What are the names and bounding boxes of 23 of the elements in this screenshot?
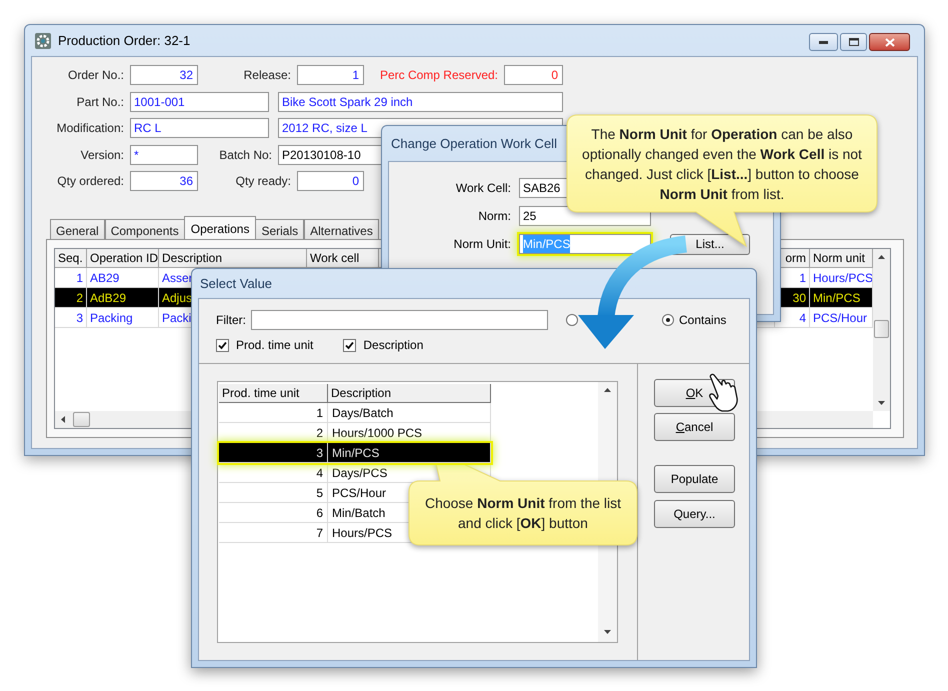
field-label: Norm Unit: — [454, 236, 511, 253]
table-cell: Packing — [87, 308, 159, 328]
field-label: Work Cell: — [456, 180, 511, 197]
field-label: Norm: — [478, 208, 511, 225]
window-title: Production Order: 32-1 — [58, 32, 190, 50]
table-cell: 3 — [55, 308, 87, 328]
field-label: Filter: — [216, 312, 246, 329]
table-cell: 3 — [219, 443, 328, 463]
field-label: Batch No: — [219, 146, 272, 164]
table-cell: 7 — [219, 523, 328, 543]
field-label: Qty ready: — [236, 173, 291, 190]
field-label: Perc Comp Reserved: — [380, 67, 498, 84]
checkbox-label: Prod. time unit — [236, 337, 314, 354]
field-label: Version: — [80, 146, 124, 164]
field-label: Modification: — [56, 120, 124, 137]
dialog-title: Change Operation Work Cell — [391, 134, 557, 153]
field-label: Order No.: — [68, 67, 124, 84]
field-label: Part No.: — [76, 94, 124, 110]
checkbox-label: Description — [363, 337, 424, 354]
table-cell: Min/PCS — [328, 443, 491, 463]
field-label: Qty ordered: — [57, 173, 124, 190]
radio-label: Contains — [679, 312, 726, 329]
field-label: Release: — [244, 67, 291, 84]
